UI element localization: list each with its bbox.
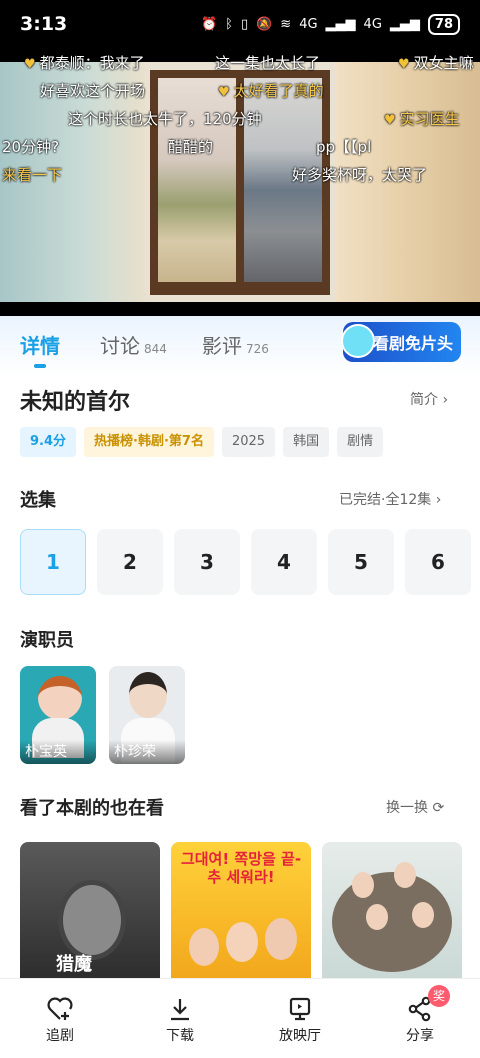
danmaku-comment: ♥ 都泰顺：我来了	[24, 54, 145, 72]
intro-link[interactable]: 简介 ›	[410, 389, 448, 409]
danmaku-comment: 好喜欢这个开场	[40, 82, 146, 100]
cast-title: 演职员	[20, 630, 74, 651]
cast-name: 朴宝英	[20, 740, 96, 764]
follow-button[interactable]: 追剧	[20, 993, 100, 1045]
heart-icon: ♥	[24, 57, 36, 72]
bluetooth-icon: ᛒ	[225, 16, 233, 32]
show-title: 未知的首尔	[20, 390, 131, 415]
status-time: 3:13	[20, 13, 68, 35]
poster-card[interactable]: 그대여! 쪽망을 끝-추 세워라!	[171, 842, 311, 982]
danmaku-comment: 这一集也太长了	[215, 54, 321, 72]
danmaku-comment: ♥ 实习医生	[384, 110, 460, 128]
danmaku-comment: pp【【pl	[316, 138, 372, 156]
all-episodes-link[interactable]: 已完结·全12集 ›	[339, 489, 441, 509]
episode-button[interactable]: 2	[97, 529, 163, 595]
chevron-right-icon: ›	[442, 392, 449, 408]
screen-icon	[260, 993, 340, 1025]
genre-tag[interactable]: 剧情	[337, 427, 384, 457]
active-tab-indicator	[34, 364, 46, 368]
heart-plus-icon	[20, 993, 100, 1025]
mute-icon: 🔕	[256, 16, 273, 32]
episode-button[interactable]: 6	[405, 529, 471, 595]
danmaku-comment: ♥ 太好看了真的	[218, 82, 324, 100]
poster-hole-image	[332, 872, 452, 972]
avatar	[38, 676, 82, 720]
episode-button[interactable]: 3	[174, 529, 240, 595]
avatar	[129, 672, 167, 718]
episode-list: 1 2 3 4 5 6	[20, 529, 471, 595]
wifi-icon: ≋	[280, 16, 292, 32]
show-tags: 9.4分 热播榜·韩剧·第7名 2025 韩国 剧情	[20, 427, 384, 457]
bottom-action-bar: 追剧 下载 放映厅 分享	[0, 978, 480, 1058]
danmaku-comment: 20分钟?	[2, 138, 60, 156]
country-tag[interactable]: 韩国	[283, 427, 330, 457]
actor-face	[226, 922, 258, 962]
recommend-title: 看了本剧的也在看	[20, 798, 164, 819]
heart-icon: ♥	[398, 57, 410, 72]
episode-button[interactable]: 4	[251, 529, 317, 595]
poster-title: 그대여! 쪽망을 끝-추 세워라!	[180, 850, 302, 886]
screening-room-button[interactable]: 放映厅	[260, 993, 340, 1045]
vibrate-icon: ▯	[240, 16, 249, 32]
medallion-image	[58, 880, 126, 960]
cast-card[interactable]: 朴宝英	[20, 666, 96, 764]
episode-button[interactable]: 1	[20, 529, 86, 595]
review-count: 726	[246, 342, 269, 356]
refresh-icon: ⟳	[432, 800, 445, 816]
cast-name: 朴珍荣	[109, 740, 185, 764]
episodes-title: 选集	[20, 490, 56, 511]
actor-face	[412, 902, 434, 928]
video-player[interactable]: ♥ 都泰顺：我来了 这一集也太长了 ♥ 双女主嘛 好喜欢这个开场 ♥ 太好看了真的 这…	[0, 48, 480, 316]
discussion-count: 844	[144, 342, 167, 356]
actor-face	[189, 928, 219, 966]
signal-label-1: 4G	[299, 16, 318, 32]
reward-badge: 奖	[428, 985, 450, 1007]
heart-icon: ♥	[384, 113, 396, 128]
year-tag[interactable]: 2025	[221, 427, 276, 457]
skip-intro-promo-button[interactable]: 看剧免片头	[341, 322, 461, 362]
actor-face	[366, 904, 388, 930]
rank-tag[interactable]: 热播榜·韩剧·第7名	[84, 427, 214, 457]
recommend-list: 猎魔 그대여! 쪽망을 끝-추 세워라!	[20, 842, 462, 982]
signal-icon: ▂▄▆	[389, 16, 420, 32]
heart-icon: ♥	[218, 85, 230, 100]
danmaku-comment: 醋醋的	[168, 138, 214, 156]
refresh-button[interactable]: 换一换 ⟳	[386, 797, 444, 817]
tab-details[interactable]: 详情	[20, 330, 60, 359]
poster-title: 猎魔	[56, 954, 92, 975]
alarm-icon: ⏰	[200, 16, 218, 32]
chevron-right-icon: ›	[435, 492, 442, 508]
battery-icon: 78	[427, 13, 460, 35]
tab-discussion[interactable]: 讨论 844	[100, 330, 167, 359]
download-icon	[140, 993, 220, 1025]
poster-card[interactable]: 猎魔	[20, 842, 160, 982]
tab-reviews[interactable]: 影评 726	[202, 330, 269, 359]
actor-face	[265, 918, 297, 960]
danmaku-comment: 好多奖杯呀，太哭了	[292, 166, 428, 184]
cast-card[interactable]: 朴珍荣	[109, 666, 185, 764]
download-button[interactable]: 下载	[140, 993, 220, 1045]
mascot-icon	[341, 324, 375, 358]
poster-card[interactable]	[322, 842, 462, 982]
status-icons: ⏰ ᛒ ▯ 🔕 ≋ 4G ▂▄▆ 4G ▂▄▆ 78	[200, 13, 460, 35]
actor-face	[394, 862, 416, 888]
score-tag: 9.4分	[20, 427, 77, 457]
actor-face	[352, 872, 374, 898]
danmaku-comment: 这个时长也太牛了，120分钟	[68, 110, 262, 128]
danmaku-comment: ♥ 双女主嘛	[398, 54, 474, 72]
signal-icon: ▂▄▆	[325, 16, 356, 32]
episode-button[interactable]: 5	[328, 529, 394, 595]
signal-label-2: 4G	[363, 16, 382, 32]
status-bar: 3:13 ⏰ ᛒ ▯ 🔕 ≋ 4G ▂▄▆ 4G ▂▄▆ 78	[0, 0, 480, 48]
danmaku-comment: 来看一下	[2, 166, 63, 184]
